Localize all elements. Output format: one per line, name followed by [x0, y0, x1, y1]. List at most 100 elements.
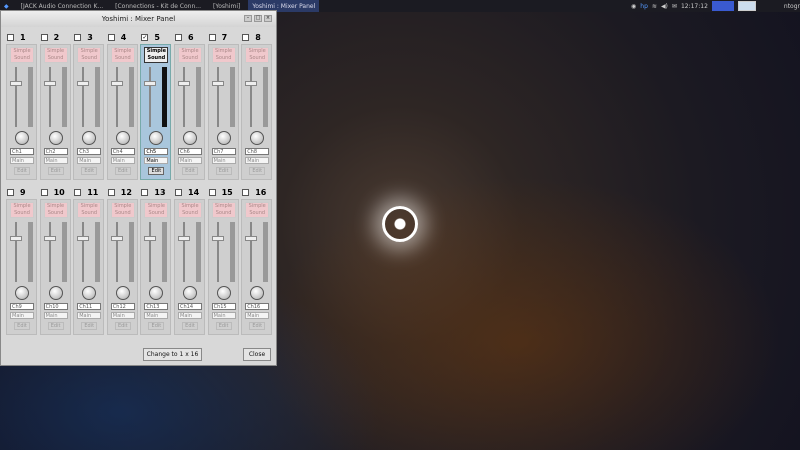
volume-fader-handle[interactable] [43, 81, 56, 86]
mail-icon[interactable]: ✉ [672, 3, 677, 10]
midi-channel-select[interactable]: Ch11 [77, 303, 102, 310]
volume-fader-handle[interactable] [77, 81, 90, 86]
instrument-name-button[interactable]: Simple Sound [110, 47, 135, 63]
audio-destination-select[interactable]: Main [77, 312, 102, 319]
midi-channel-select[interactable]: Ch1 [10, 148, 34, 155]
strip-body[interactable]: Simple Sound Ch15 Main Edit [207, 199, 239, 335]
volume-fader-track[interactable] [216, 222, 219, 282]
volume-fader-track[interactable] [216, 67, 219, 127]
instrument-name-button[interactable]: Simple Sound [144, 47, 169, 63]
strip-body[interactable]: Simple Sound Ch6 Main Edit [174, 44, 205, 180]
midi-channel-select[interactable]: Ch5 [144, 148, 169, 155]
midi-channel-select[interactable]: Ch15 [211, 303, 236, 310]
strip-body[interactable]: Simple Sound Ch13 Main Edit [140, 199, 172, 335]
pan-knob[interactable] [149, 286, 164, 300]
edit-button[interactable]: Edit [182, 322, 198, 330]
volume-fader-handle[interactable] [144, 81, 157, 86]
audio-destination-select[interactable]: Main [110, 312, 135, 319]
audio-destination-select[interactable]: Main [10, 157, 34, 164]
midi-channel-select[interactable]: Ch14 [178, 303, 202, 310]
edit-button[interactable]: Edit [148, 167, 165, 175]
strip-body[interactable]: Simple Sound Ch4 Main Edit [106, 44, 138, 180]
edit-button[interactable]: Edit [114, 322, 131, 330]
volume-fader-track[interactable] [48, 222, 51, 282]
audio-destination-select[interactable]: Main [144, 312, 169, 319]
instrument-name-button[interactable]: Simple Sound [43, 47, 68, 63]
volume-fader-handle[interactable] [245, 81, 258, 86]
volume-fader-handle[interactable] [178, 236, 190, 241]
pan-knob[interactable] [115, 286, 130, 300]
pan-knob[interactable] [183, 286, 197, 300]
clock[interactable]: 12:17:12 [681, 3, 708, 10]
maximize-button[interactable]: □ [254, 15, 262, 22]
edit-button[interactable]: Edit [81, 322, 98, 330]
part-enable-checkbox[interactable]: ✓ [141, 33, 149, 41]
instrument-name-button[interactable]: Simple Sound [110, 202, 135, 218]
strip-body[interactable]: Simple Sound Ch10 Main Edit [39, 199, 71, 335]
volume-fader-handle[interactable] [211, 81, 224, 86]
edit-button[interactable]: Edit [47, 322, 64, 330]
edit-button[interactable]: Edit [249, 167, 266, 175]
strip-body[interactable]: Simple Sound Ch5 Main Edit [140, 44, 172, 180]
instrument-name-button[interactable]: Simple Sound [144, 202, 169, 218]
volume-fader-track[interactable] [183, 67, 185, 127]
strip-body[interactable]: Simple Sound Ch3 Main Edit [73, 44, 105, 180]
volume-fader-handle[interactable] [43, 236, 56, 241]
edit-button[interactable]: Edit [14, 322, 30, 330]
desktop-button[interactable] [737, 1, 756, 11]
part-enable-checkbox[interactable] [107, 33, 115, 41]
strip-body[interactable]: Simple Sound Ch11 Main Edit [73, 199, 105, 335]
instrument-name-button[interactable]: Simple Sound [245, 47, 270, 63]
midi-channel-select[interactable]: Ch9 [10, 303, 34, 310]
volume-fader-track[interactable] [15, 67, 17, 127]
audio-destination-select[interactable]: Main [10, 312, 34, 319]
edit-button[interactable]: Edit [114, 167, 131, 175]
pan-knob[interactable] [149, 131, 164, 145]
hp-icon[interactable]: hp [640, 3, 648, 10]
volume-fader-track[interactable] [82, 222, 85, 282]
volume-fader-handle[interactable] [178, 81, 190, 86]
part-enable-checkbox[interactable] [175, 33, 182, 41]
midi-channel-select[interactable]: Ch3 [77, 148, 102, 155]
volume-fader-track[interactable] [115, 222, 118, 282]
pan-knob[interactable] [15, 131, 29, 145]
instrument-name-button[interactable]: Simple Sound [178, 202, 202, 218]
close-button[interactable]: Close [243, 348, 271, 361]
workspace-switcher[interactable] [711, 1, 734, 11]
midi-channel-select[interactable]: Ch6 [178, 148, 202, 155]
audio-destination-select[interactable]: Main [211, 157, 236, 164]
pan-knob[interactable] [250, 286, 265, 300]
edit-button[interactable]: Edit [47, 167, 64, 175]
midi-channel-select[interactable]: Ch2 [43, 148, 68, 155]
part-enable-checkbox[interactable] [141, 188, 149, 196]
strip-body[interactable]: Simple Sound Ch1 Main Edit [6, 44, 37, 180]
midi-channel-select[interactable]: Ch13 [144, 303, 169, 310]
midi-channel-select[interactable]: Ch8 [245, 148, 270, 155]
part-enable-checkbox[interactable] [40, 33, 48, 41]
audio-destination-select[interactable]: Main [77, 157, 102, 164]
volume-fader-track[interactable] [82, 67, 85, 127]
change-layout-button[interactable]: Change to 1 x 16 [143, 348, 202, 361]
network-icon[interactable]: ◉ [631, 3, 636, 10]
pan-knob[interactable] [48, 131, 63, 145]
strip-body[interactable]: Simple Sound Ch12 Main Edit [106, 199, 138, 335]
part-enable-checkbox[interactable] [74, 33, 82, 41]
strip-body[interactable]: Simple Sound Ch2 Main Edit [39, 44, 71, 180]
minimize-button[interactable]: – [244, 15, 252, 22]
wifi-icon[interactable]: ≋ [652, 3, 657, 10]
part-enable-checkbox[interactable] [7, 33, 14, 41]
part-enable-checkbox[interactable] [242, 188, 250, 196]
volume-fader-handle[interactable] [144, 236, 157, 241]
volume-icon[interactable]: ◀) [661, 3, 668, 10]
pan-knob[interactable] [115, 131, 130, 145]
audio-destination-select[interactable]: Main [178, 312, 202, 319]
part-enable-checkbox[interactable] [107, 188, 115, 196]
volume-fader-handle[interactable] [10, 81, 22, 86]
audio-destination-select[interactable]: Main [245, 312, 270, 319]
volume-fader-handle[interactable] [77, 236, 90, 241]
volume-fader-track[interactable] [115, 67, 118, 127]
close-window-button[interactable]: × [264, 15, 272, 22]
strip-body[interactable]: Simple Sound Ch16 Main Edit [241, 199, 273, 335]
part-enable-checkbox[interactable] [7, 188, 14, 196]
audio-destination-select[interactable]: Main [43, 157, 68, 164]
